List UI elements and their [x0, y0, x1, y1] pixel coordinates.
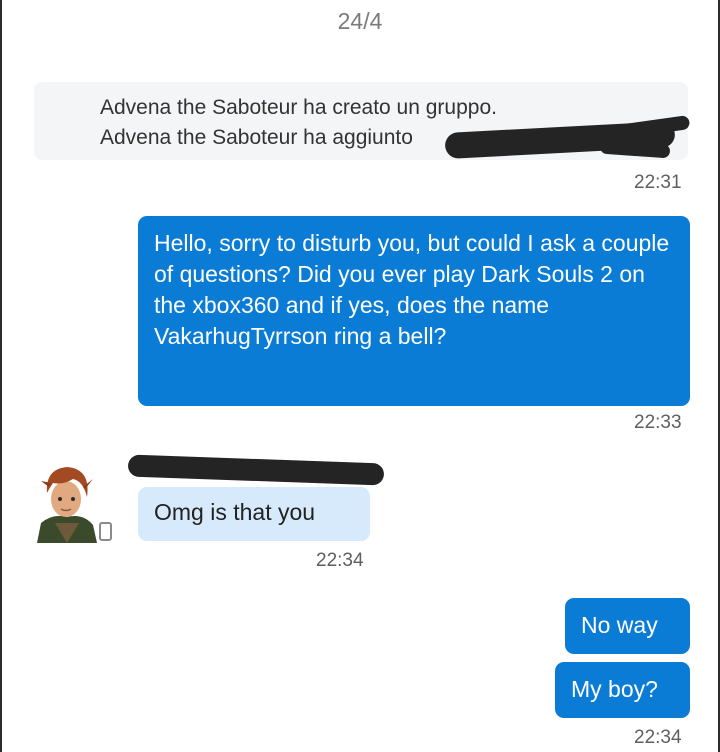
mobile-device-icon	[99, 522, 112, 541]
message-time: 22:34	[634, 727, 682, 748]
system-message-line-created: Advena the Saboteur ha creato un gruppo.	[100, 96, 497, 119]
message-time: 22:34	[316, 550, 364, 571]
message-time: 22:33	[634, 412, 682, 433]
sender-avatar[interactable]	[33, 463, 99, 543]
message-text: Hello, sorry to disturb you, but could I…	[154, 230, 670, 349]
incoming-message-bubble[interactable]: Omg is that you	[138, 487, 370, 541]
system-message-line-added: Advena the Saboteur ha aggiunto	[100, 126, 413, 149]
message-text: Omg is that you	[154, 499, 316, 525]
left-frame-line	[0, 0, 2, 752]
redaction-mark	[127, 454, 385, 486]
outgoing-message-bubble[interactable]: My boy?	[555, 662, 690, 718]
date-header: 24/4	[337, 8, 383, 34]
message-text: No way	[581, 612, 658, 638]
redaction-mark	[140, 460, 154, 464]
outgoing-message-bubble[interactable]: Hello, sorry to disturb you, but could I…	[138, 216, 690, 406]
message-time: 22:31	[634, 172, 682, 193]
message-text: My boy?	[571, 676, 658, 702]
outgoing-message-bubble[interactable]: No way	[565, 598, 690, 654]
